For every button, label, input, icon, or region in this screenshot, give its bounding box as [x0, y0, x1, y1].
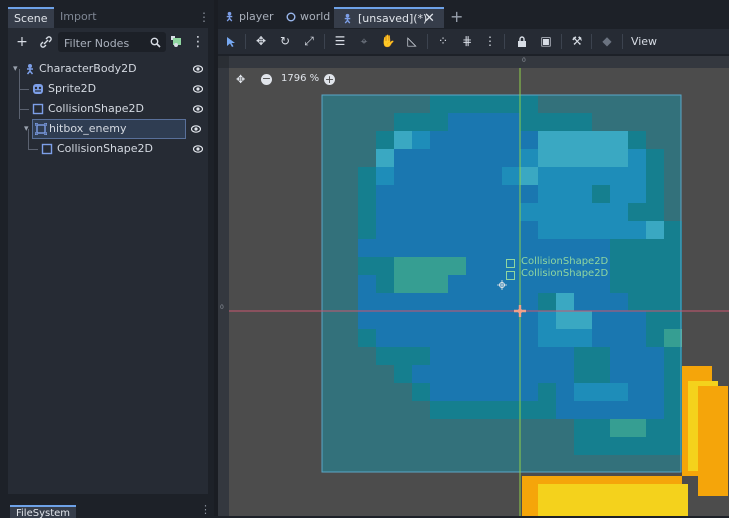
visibility-eye-icon[interactable] — [191, 124, 201, 134]
tree-node-characterbody2d[interactable]: ▾ CharacterBody2D — [8, 59, 208, 79]
tree-node-label: Sprite2D — [48, 82, 97, 95]
tree-node-collisionshape2d-child[interactable]: CollisionShape2D — [8, 129, 208, 159]
tab-unsaved[interactable]: [unsaved](*) ✕ — [334, 7, 444, 28]
character-body-icon — [226, 11, 233, 22]
toolbar-separator — [324, 34, 325, 49]
overlay-label-text: CollisionShape2D — [521, 268, 609, 279]
tab-label: player — [239, 10, 274, 23]
tree-guide-line — [19, 109, 29, 110]
tab-world[interactable]: world — [284, 7, 334, 27]
sprite-pixel — [538, 484, 688, 516]
character-body-icon — [344, 13, 351, 24]
tree-node-sprite2d[interactable]: Sprite2D — [8, 69, 208, 119]
toolbar-separator — [561, 34, 562, 49]
tab-import[interactable]: Import — [54, 7, 103, 27]
character-body-icon — [26, 64, 34, 75]
tree-guide-line — [28, 149, 38, 150]
toolbar-separator — [245, 34, 246, 49]
smart-snap-icon[interactable]: ⁘ — [433, 32, 453, 51]
scene-tree-panel: + ⋮ ▾ CharacterBody2D Sprite2D — [8, 28, 208, 494]
toolbar-separator — [427, 34, 428, 49]
chevron-down-icon[interactable]: ▾ — [13, 59, 18, 79]
collision-shape-icon — [41, 143, 53, 155]
tree-node-collisionshape2d[interactable]: CollisionShape2D — [8, 99, 208, 119]
visibility-eye-icon[interactable] — [193, 84, 203, 94]
tree-node-label: CollisionShape2D — [57, 142, 153, 155]
tab-player[interactable]: player — [222, 7, 280, 27]
tree-node-label: CollisionShape2D — [48, 102, 144, 115]
ruler-tick-label: 0 — [522, 57, 526, 64]
grid-snap-icon[interactable]: ⋕ — [457, 32, 477, 51]
tree-guide-line — [19, 89, 29, 90]
ruler-tick-label: 0 — [220, 304, 224, 311]
tab-label: [unsaved](*) — [358, 12, 428, 25]
scale-mode-icon[interactable]: ⤢ — [299, 32, 319, 51]
dock-menu-icon[interactable]: ⋮ — [198, 10, 210, 24]
vertical-ruler: 0 — [218, 56, 229, 516]
tab-label: world — [300, 10, 331, 23]
toolbar-separator — [622, 34, 623, 49]
toolbar-separator — [591, 34, 592, 49]
tree-menu-icon[interactable]: ⋮ — [188, 32, 208, 52]
ruler-mode-icon[interactable]: ◺ — [402, 32, 422, 51]
search-icon — [150, 37, 161, 48]
zoom-in-icon[interactable]: + — [324, 74, 335, 85]
add-node-icon[interactable]: + — [12, 32, 32, 52]
sprite-icon — [33, 84, 43, 94]
collision-shape-icon — [506, 259, 515, 268]
center-view-icon[interactable]: ✥ — [236, 73, 245, 86]
instance-scene-icon[interactable] — [166, 32, 186, 52]
camera-override-icon[interactable]: ◆ — [597, 32, 617, 51]
group-icon[interactable]: ▣ — [536, 32, 556, 51]
move-mode-icon[interactable]: ✥ — [251, 32, 271, 51]
tree-node-hitbox-enemy[interactable]: hitbox_enemy — [32, 119, 186, 139]
dock-splitter[interactable] — [0, 497, 214, 500]
lock-icon[interactable] — [512, 32, 532, 51]
pan-mode-icon[interactable]: ✋ — [378, 32, 398, 51]
canvas-viewport[interactable]: CollisionShape2D CollisionShape2D — [218, 56, 729, 516]
link-icon[interactable] — [36, 32, 56, 52]
tab-scene[interactable]: Scene — [8, 7, 54, 28]
ruler-corner — [218, 56, 229, 68]
visibility-eye-icon[interactable] — [193, 64, 203, 74]
node2d-icon — [286, 12, 296, 22]
horizontal-ruler: 0 — [218, 56, 729, 68]
origin-marker-icon — [514, 305, 526, 317]
visibility-eye-icon[interactable] — [193, 144, 203, 154]
visibility-eye-icon[interactable] — [193, 104, 203, 114]
tree-node-label: CharacterBody2D — [39, 62, 137, 75]
snap-options-icon[interactable]: ⋮ — [480, 32, 500, 51]
rotate-mode-icon[interactable]: ↻ — [275, 32, 295, 51]
add-tab-icon[interactable]: + — [450, 7, 463, 27]
zoom-level-label[interactable]: 1796 % — [281, 73, 319, 84]
canvas-toolbar: ✥ ↻ ⤢ ☰ ⌖ ✋ ◺ ⁘ ⋕ ⋮ ▣ ⚒ ◆ View — [218, 29, 729, 54]
select-mode-icon[interactable] — [221, 32, 241, 51]
scene-tabs: player world [unsaved](*) ✕ + — [218, 7, 729, 28]
tab-filesystem[interactable]: FileSystem — [10, 505, 77, 518]
scene-dock: Scene Import ⋮ + ⋮ ▾ CharacterBody2D Spr… — [0, 0, 214, 518]
tree-guide-line — [28, 129, 29, 149]
filesystem-menu-icon[interactable]: ⋮ — [200, 503, 211, 516]
collision-shape-icon — [32, 103, 44, 115]
filter-nodes-field[interactable] — [58, 32, 166, 52]
list-select-icon[interactable]: ☰ — [330, 32, 350, 51]
close-tab-icon[interactable]: ✕ — [424, 9, 435, 28]
view-menu-button[interactable]: View — [628, 32, 660, 51]
zoom-out-icon[interactable]: − — [261, 73, 272, 85]
overlay-label-text: CollisionShape2D — [521, 256, 609, 267]
collision-shape-icon — [506, 271, 515, 280]
toolbar-separator — [504, 34, 505, 49]
dock-tabs: Scene Import ⋮ — [8, 7, 210, 28]
skeleton-icon[interactable]: ⚒ — [567, 32, 587, 51]
pivot-mode-icon[interactable]: ⌖ — [354, 32, 374, 51]
area-icon — [35, 123, 47, 135]
sprite-canvas — [218, 56, 729, 516]
tree-node-label: hitbox_enemy — [49, 122, 127, 135]
pivot-crosshair-icon — [497, 280, 507, 290]
filter-nodes-input[interactable] — [62, 34, 146, 52]
sprite-pixel — [698, 386, 728, 496]
